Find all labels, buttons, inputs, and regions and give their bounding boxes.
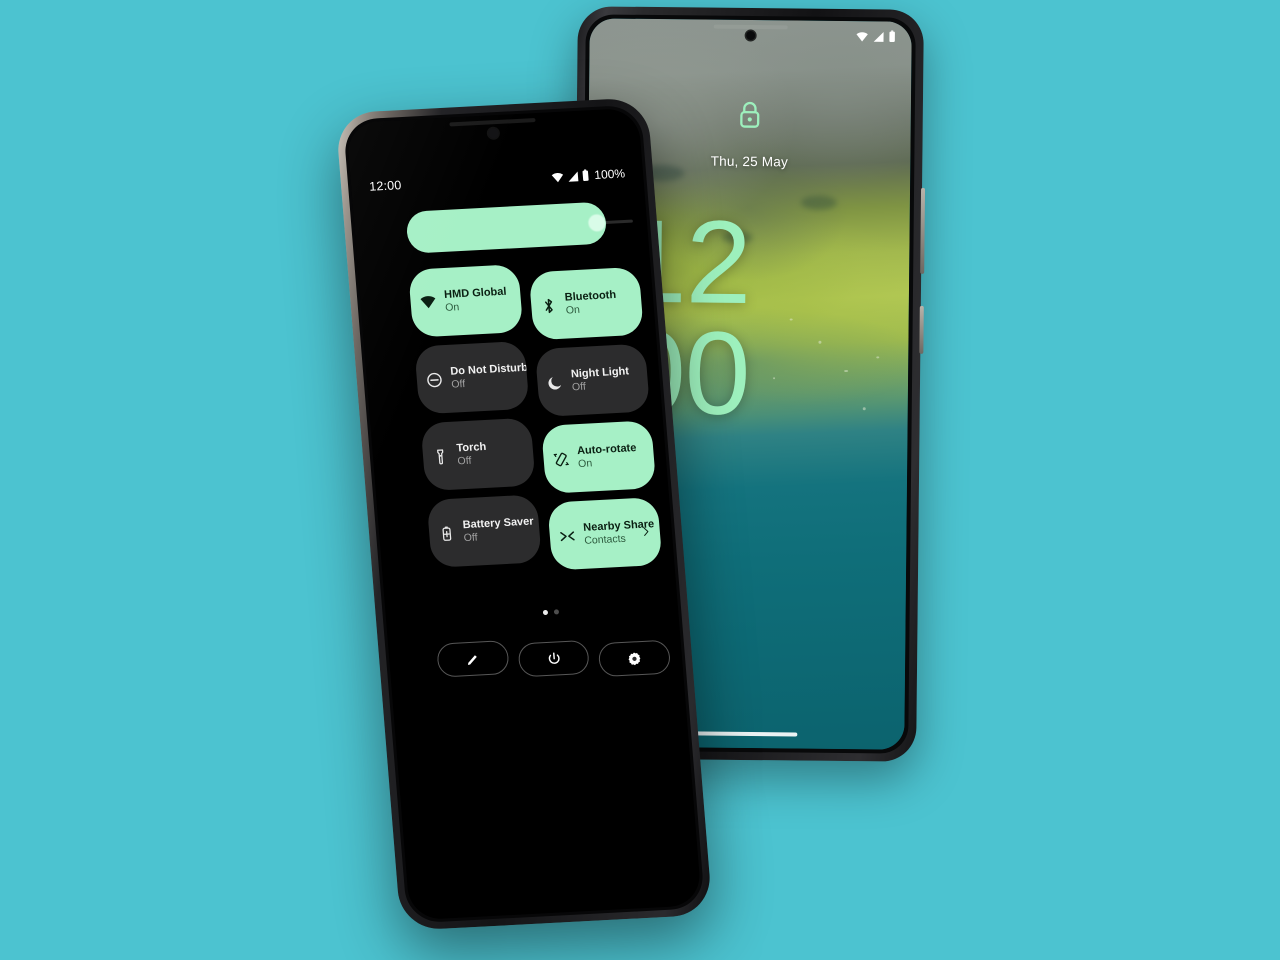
qs-tile-text: Nearby Share Contacts <box>583 518 655 548</box>
qs-tile-bluetooth[interactable]: Bluetooth On <box>528 266 644 341</box>
qs-tile-state: Contacts <box>583 532 627 547</box>
signal-icon <box>568 170 579 182</box>
power-menu-button[interactable] <box>517 639 591 678</box>
qs-tile-text: Do Not Disturb Off <box>450 361 528 392</box>
earpiece-speaker <box>449 118 536 127</box>
qs-tile-night-light[interactable]: Night Light Off <box>534 343 651 418</box>
wifi-icon <box>856 31 868 42</box>
signal-icon <box>873 31 884 42</box>
lock-icon[interactable] <box>737 100 763 130</box>
pencil-icon <box>467 654 477 665</box>
quick-settings-tile-grid: HMD Global On Bluetooth On Do Not Disturb Off… <box>408 258 663 571</box>
qs-tile-text: HMD Global On <box>444 285 508 315</box>
qs-tile-state: Off <box>463 531 478 544</box>
qs-tile-state: Off <box>450 377 466 391</box>
front-camera-punch-hole <box>487 127 499 139</box>
qs-tile-text: Torch Off <box>456 441 488 469</box>
power-icon <box>548 652 560 664</box>
status-bar-icons: 100% <box>551 166 626 184</box>
qs-status-bar: 12:00 100% <box>351 165 644 194</box>
wifi-icon <box>551 172 564 182</box>
brightness-fill <box>405 201 608 254</box>
flashlight-icon <box>437 448 444 464</box>
qs-tile-label: Torch <box>456 440 487 455</box>
qs-tile-state: On <box>444 300 460 314</box>
battery-percent-label: 100% <box>593 166 626 182</box>
battery-saver-icon <box>442 526 452 541</box>
do-not-disturb-icon <box>427 372 442 387</box>
battery-icon <box>582 169 589 181</box>
qs-tile-label: Bluetooth <box>564 288 617 304</box>
qs-page-indicator <box>386 603 678 623</box>
page-dot[interactable] <box>553 609 560 615</box>
brightness-slider[interactable] <box>405 200 634 254</box>
chevron-right-icon[interactable] <box>640 526 651 536</box>
status-bar-clock: 12:00 <box>368 178 403 194</box>
qs-footer-controls <box>436 632 672 678</box>
qs-tile-battery-saver[interactable]: Battery Saver Off <box>426 494 542 568</box>
edit-tiles-button[interactable] <box>436 640 510 678</box>
volume-rocker-key[interactable] <box>920 187 926 274</box>
quick-settings-phone: 12:00 100% HMD Global On Bluetooth On Do… <box>335 97 713 931</box>
bluetooth-icon <box>544 298 553 313</box>
gear-icon <box>628 651 641 665</box>
auto-rotate-icon <box>553 452 570 466</box>
qs-tile-hmd-global[interactable]: HMD Global On <box>408 264 524 338</box>
qs-tile-do-not-disturb[interactable]: Do Not Disturb Off <box>414 340 530 415</box>
qs-tile-state: Off <box>571 380 587 394</box>
power-key[interactable] <box>919 305 924 354</box>
qs-tile-auto-rotate[interactable]: Auto-rotate On <box>540 420 657 494</box>
qs-tile-text: Battery Saver Off <box>462 515 534 545</box>
qs-phone-bezel: 12:00 100% HMD Global On Bluetooth On Do… <box>342 104 706 924</box>
page-dot[interactable] <box>542 609 549 616</box>
qs-tile-text: Bluetooth On <box>564 289 617 318</box>
nearby-share-icon <box>560 530 575 541</box>
qs-tile-nearby-share[interactable]: Nearby Share Contacts <box>547 497 663 571</box>
battery-icon <box>889 30 895 42</box>
settings-button[interactable] <box>597 639 672 678</box>
qs-tile-state: On <box>577 457 593 470</box>
qs-tile-text: Auto-rotate On <box>577 442 638 472</box>
qs-tile-torch[interactable]: Torch Off <box>420 417 536 492</box>
wifi-icon <box>420 295 436 308</box>
qs-phone-screen[interactable]: 12:00 100% HMD Global On Bluetooth On Do… <box>346 107 702 921</box>
product-render-canvas: Thu, 25 May 12 00 12:00 100% HMD Global … <box>0 0 1280 960</box>
qs-tile-state: On <box>565 303 581 317</box>
moon-icon <box>548 376 562 390</box>
qs-tile-state: Off <box>457 454 472 468</box>
qs-tile-text: Night Light Off <box>570 365 630 395</box>
